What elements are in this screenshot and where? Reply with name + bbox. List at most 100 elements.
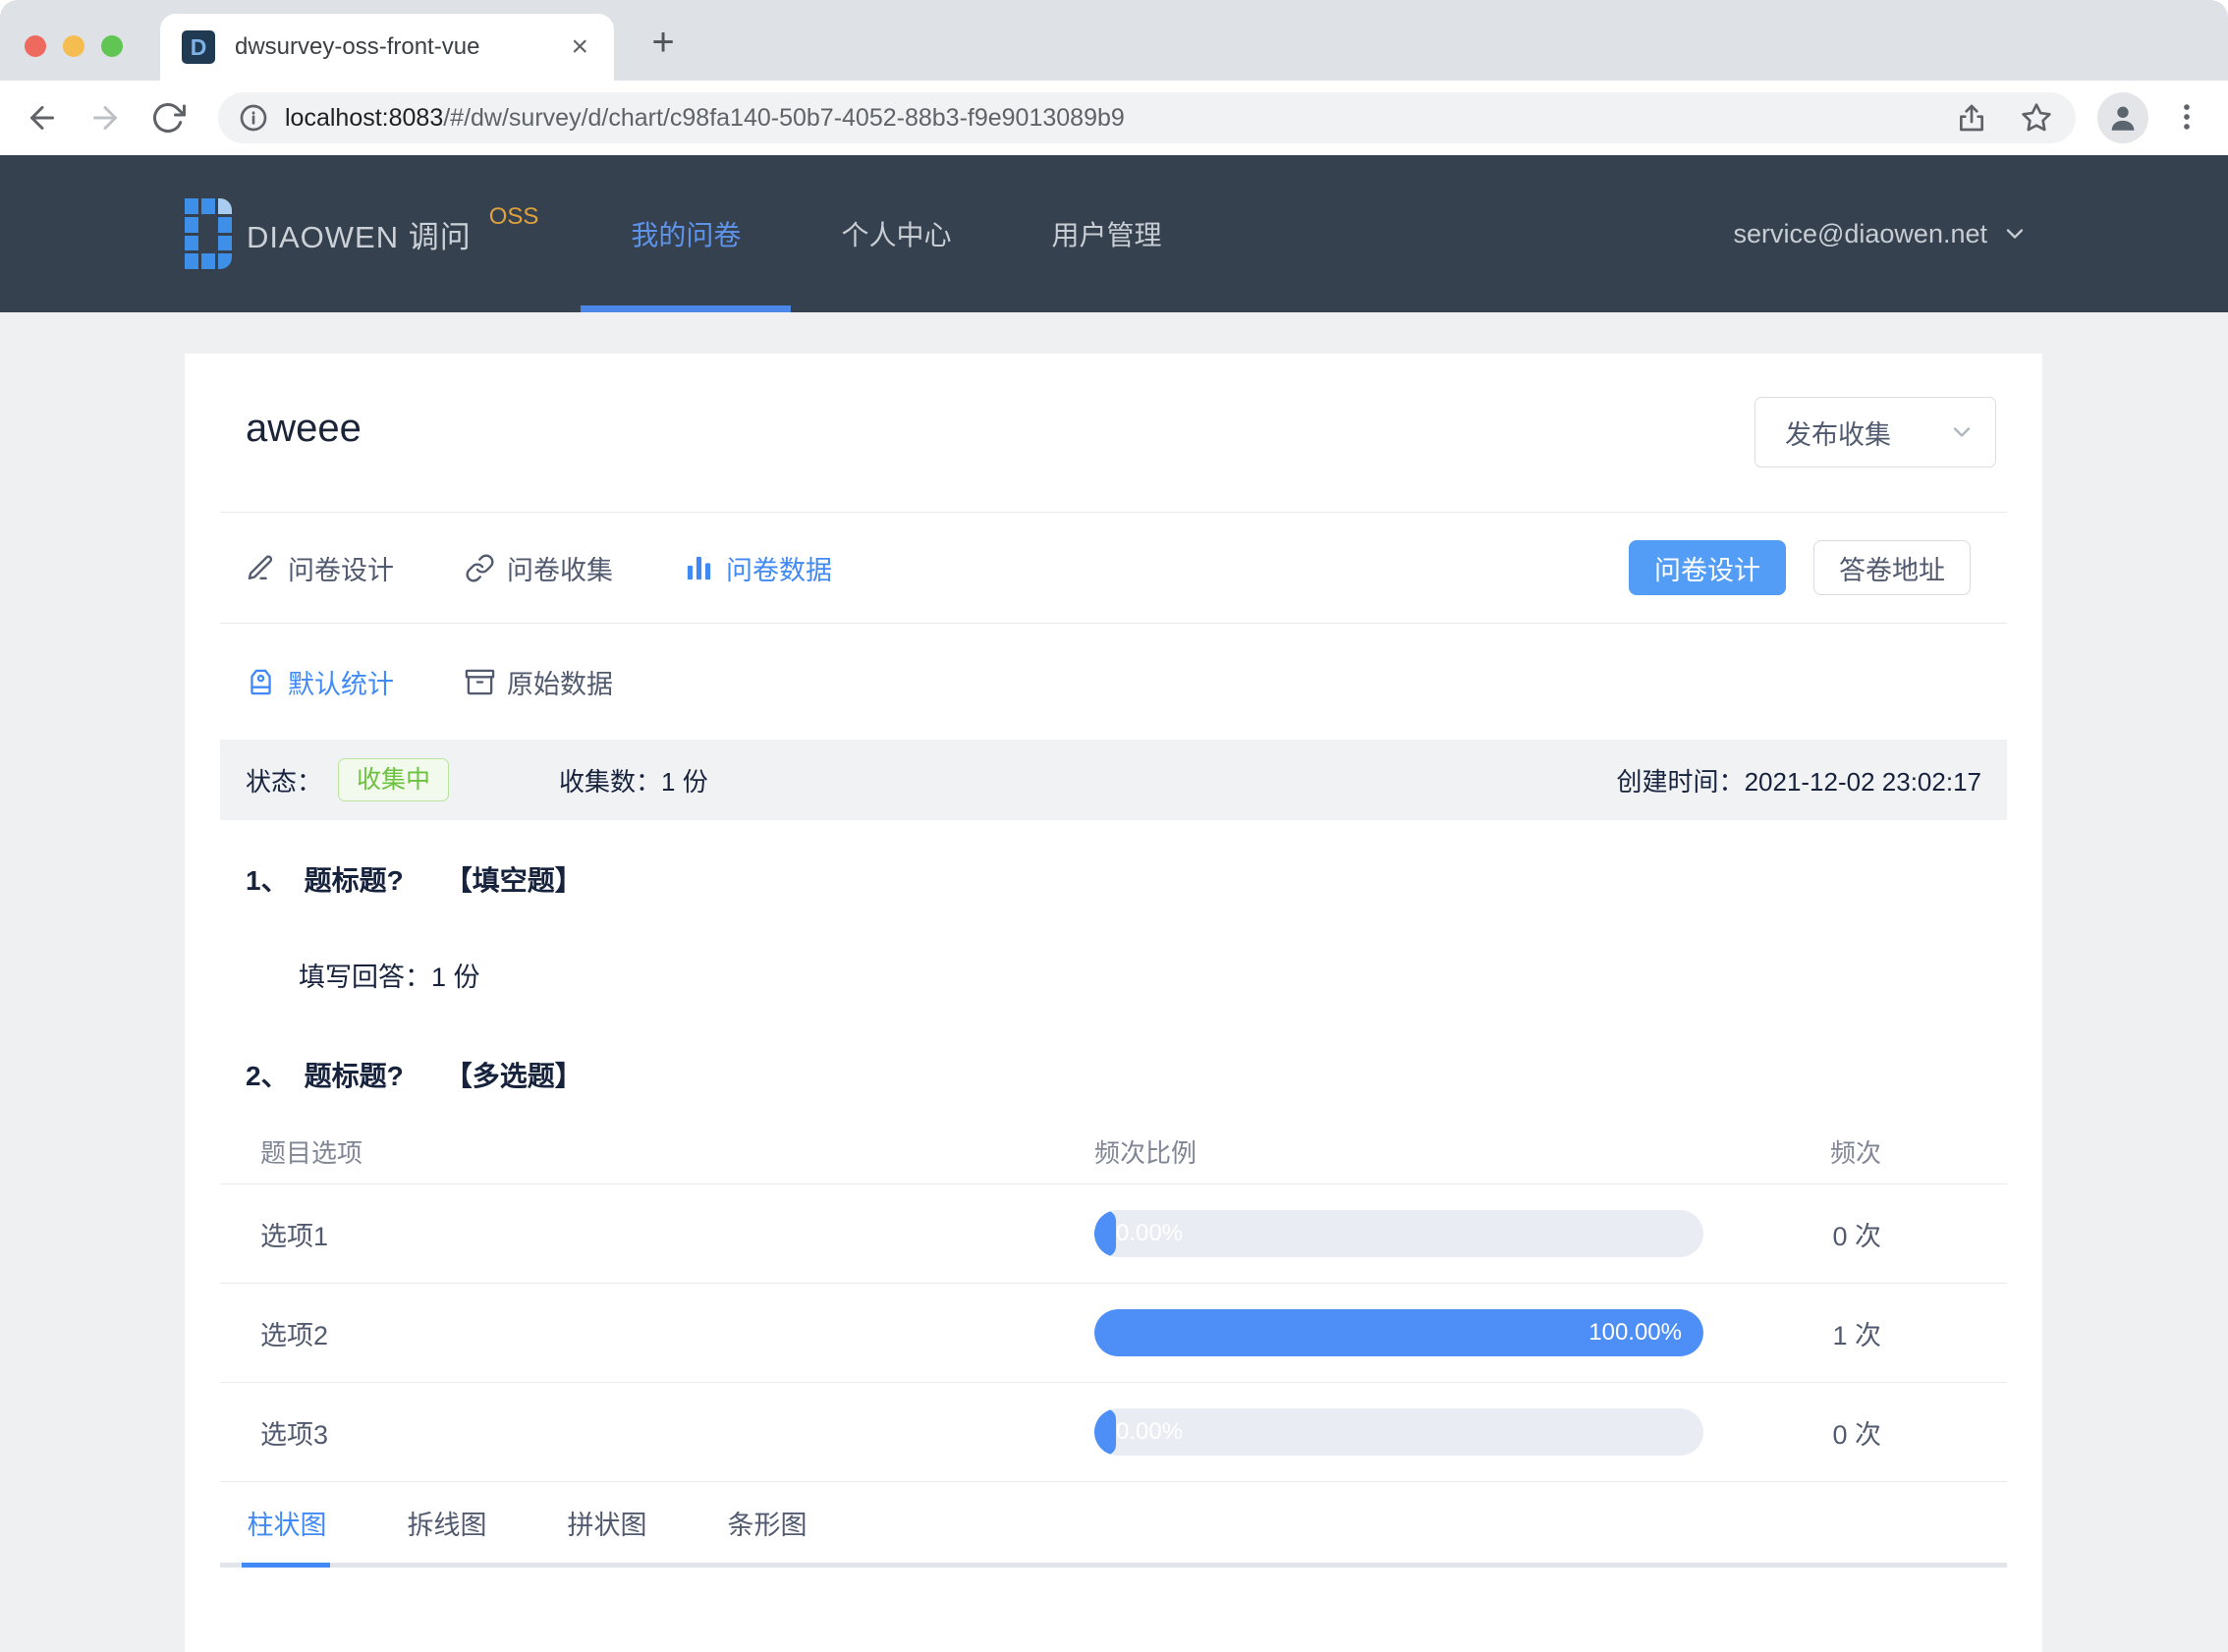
question-1-answer-count: 填写回答：1 份: [299, 963, 480, 992]
tab-survey-data[interactable]: 问卷数据: [684, 549, 832, 587]
survey-card: aweee 发布收集 问卷设计 问卷收集 问卷数据 问卷设计 答卷地址 默认统计…: [185, 354, 2042, 1652]
header-frequency: 频次: [1829, 1138, 1881, 1168]
tab-close-icon[interactable]: ×: [567, 30, 592, 64]
browser-menu-icon[interactable]: [2170, 100, 2203, 136]
bar-chart-icon: [684, 553, 714, 583]
chevron-down-icon: [1948, 418, 1976, 446]
tab-column-chart[interactable]: 柱状图: [246, 1504, 328, 1542]
new-tab-button[interactable]: +: [641, 20, 686, 65]
app-header: DIAOWEN 调问 OSS 我的问卷 个人中心 用户管理 service@di…: [0, 155, 2228, 312]
survey-design-button[interactable]: 问卷设计: [1629, 540, 1786, 595]
traffic-lights: [25, 35, 123, 57]
options-table: 题目选项 频次比例 频次 选项1 0.00% 0 次 选项2 100.00% 1…: [220, 1120, 2007, 1482]
survey-title: aweee: [246, 407, 362, 450]
table-header-row: 题目选项 频次比例 频次: [220, 1120, 2007, 1184]
percent-label: 100.00%: [1588, 1319, 1682, 1346]
status-label: 状态：: [246, 766, 323, 797]
tab-label: 原始数据: [507, 669, 613, 699]
forward-icon[interactable]: [87, 100, 123, 136]
question-2-title: 2、 题标题? 【多选题】: [246, 1061, 583, 1091]
pencil-icon: [246, 553, 276, 583]
tab-bar-chart[interactable]: 条形图: [726, 1504, 808, 1542]
tab-default-stats[interactable]: 默认统计: [246, 663, 394, 701]
user-menu[interactable]: service@diaowen.net: [1733, 219, 2228, 249]
progress-bar: 0.00%: [1094, 1210, 1703, 1257]
tab-label: 问卷数据: [726, 555, 832, 585]
brand-oss-badge: OSS: [488, 203, 539, 230]
url-host: localhost:8083: [285, 103, 444, 132]
created-time: 创建时间：2021-12-02 23:02:17: [1616, 766, 1981, 797]
bookmark-star-icon[interactable]: [2021, 102, 2052, 134]
tab-label: 问卷设计: [288, 555, 394, 585]
site-info-icon[interactable]: [238, 102, 269, 134]
nav-item-personal-center[interactable]: 个人中心: [791, 155, 1001, 312]
browser-toolbar: localhost:8083/#/dw/survey/d/chart/c98fa…: [0, 81, 2228, 155]
progress-bar: 100.00%: [1094, 1309, 1703, 1356]
nav-item-user-management[interactable]: 用户管理: [1001, 155, 1211, 312]
back-icon[interactable]: [25, 100, 60, 136]
reload-icon[interactable]: [150, 100, 186, 136]
address-bar[interactable]: localhost:8083/#/dw/survey/d/chart/c98fa…: [218, 92, 2076, 143]
survey-tabs-row: 问卷设计 问卷收集 问卷数据 问卷设计 答卷地址: [185, 513, 2042, 623]
count-value: 1 次: [1832, 1320, 1881, 1350]
window-close-button[interactable]: [25, 35, 46, 57]
tab-line-chart[interactable]: 拆线图: [406, 1504, 488, 1542]
window-zoom-button[interactable]: [101, 35, 123, 57]
tab-label: 默认统计: [288, 669, 394, 699]
answer-url-button[interactable]: 答卷地址: [1813, 540, 1971, 595]
option-label: 选项3: [260, 1419, 329, 1450]
header-actions: 问卷设计 答卷地址: [1629, 540, 1971, 595]
tab-survey-collect[interactable]: 问卷收集: [465, 549, 613, 587]
status-badge: 收集中: [338, 758, 450, 801]
nav-item-my-surveys[interactable]: 我的问卷: [581, 155, 792, 312]
progress-fill: [1094, 1210, 1116, 1257]
user-email: service@diaowen.net: [1733, 218, 1987, 248]
chevron-down-icon: [2001, 220, 2029, 248]
archive-icon: [465, 667, 495, 697]
tag-icon: [246, 667, 276, 697]
tab-title: dwsurvey-oss-front-vue: [235, 33, 480, 60]
tab-label: 问卷收集: [507, 555, 613, 585]
table-row: 选项3 0.00% 0 次: [220, 1383, 2007, 1482]
tab-survey-design[interactable]: 问卷设计: [246, 549, 394, 587]
collect-count: 收集数：1 份: [559, 766, 708, 797]
percent-label: 0.00%: [1116, 1220, 1184, 1246]
count-value: 0 次: [1832, 1221, 1881, 1251]
progress-fill: [1094, 1408, 1116, 1456]
chart-type-tabs: 柱状图 拆线图 拼状图 条形图: [220, 1482, 2007, 1568]
link-icon: [465, 553, 495, 583]
browser-window: D dwsurvey-oss-front-vue × + localhost:8…: [0, 0, 2228, 1652]
option-label: 选项2: [260, 1320, 329, 1350]
diaowen-logo-icon: [185, 198, 232, 269]
browser-profile-avatar[interactable]: [2097, 92, 2148, 143]
url-path: /#/dw/survey/d/chart/c98fa140-50b7-4052-…: [443, 103, 1125, 132]
favicon-icon: D: [182, 30, 215, 64]
browser-tab[interactable]: D dwsurvey-oss-front-vue ×: [160, 14, 614, 81]
progress-bar: 0.00%: [1094, 1408, 1703, 1456]
status-bar: 状态： 收集中 收集数：1 份 创建时间：2021-12-02 23:02:17: [220, 740, 2007, 820]
stat-tabs-row: 默认统计 原始数据: [185, 624, 2042, 740]
browser-tab-strip: D dwsurvey-oss-front-vue × +: [0, 0, 2228, 81]
tab-pie-chart[interactable]: 拼状图: [566, 1504, 648, 1542]
table-row: 选项1 0.00% 0 次: [220, 1184, 2007, 1284]
share-icon[interactable]: [1956, 102, 1987, 134]
header-frequency-ratio: 频次比例: [1094, 1138, 1198, 1168]
count-value: 0 次: [1832, 1419, 1881, 1450]
brand-name: DIAOWEN 调问: [247, 219, 472, 254]
main-nav: 我的问卷 个人中心 用户管理: [581, 155, 1211, 312]
publish-collect-dropdown[interactable]: 发布收集: [1755, 397, 1996, 468]
table-row: 选项2 100.00% 1 次: [220, 1284, 2007, 1383]
percent-label: 0.00%: [1116, 1418, 1184, 1445]
url-text[interactable]: localhost:8083/#/dw/survey/d/chart/c98fa…: [285, 104, 1956, 133]
window-minimize-button[interactable]: [63, 35, 84, 57]
dropdown-label: 发布收集: [1785, 419, 1891, 450]
card-header: aweee 发布收集: [185, 354, 2042, 512]
tab-track: [220, 1563, 2007, 1568]
header-option: 题目选项: [260, 1138, 363, 1168]
tab-raw-data[interactable]: 原始数据: [465, 663, 613, 701]
progress-fill: 100.00%: [1094, 1309, 1703, 1356]
page-background: aweee 发布收集 问卷设计 问卷收集 问卷数据 问卷设计 答卷地址 默认统计…: [0, 312, 2228, 1652]
question-1-title: 1、 题标题? 【填空题】: [246, 865, 583, 896]
active-tab-indicator: [242, 1563, 330, 1568]
option-label: 选项1: [260, 1221, 329, 1251]
